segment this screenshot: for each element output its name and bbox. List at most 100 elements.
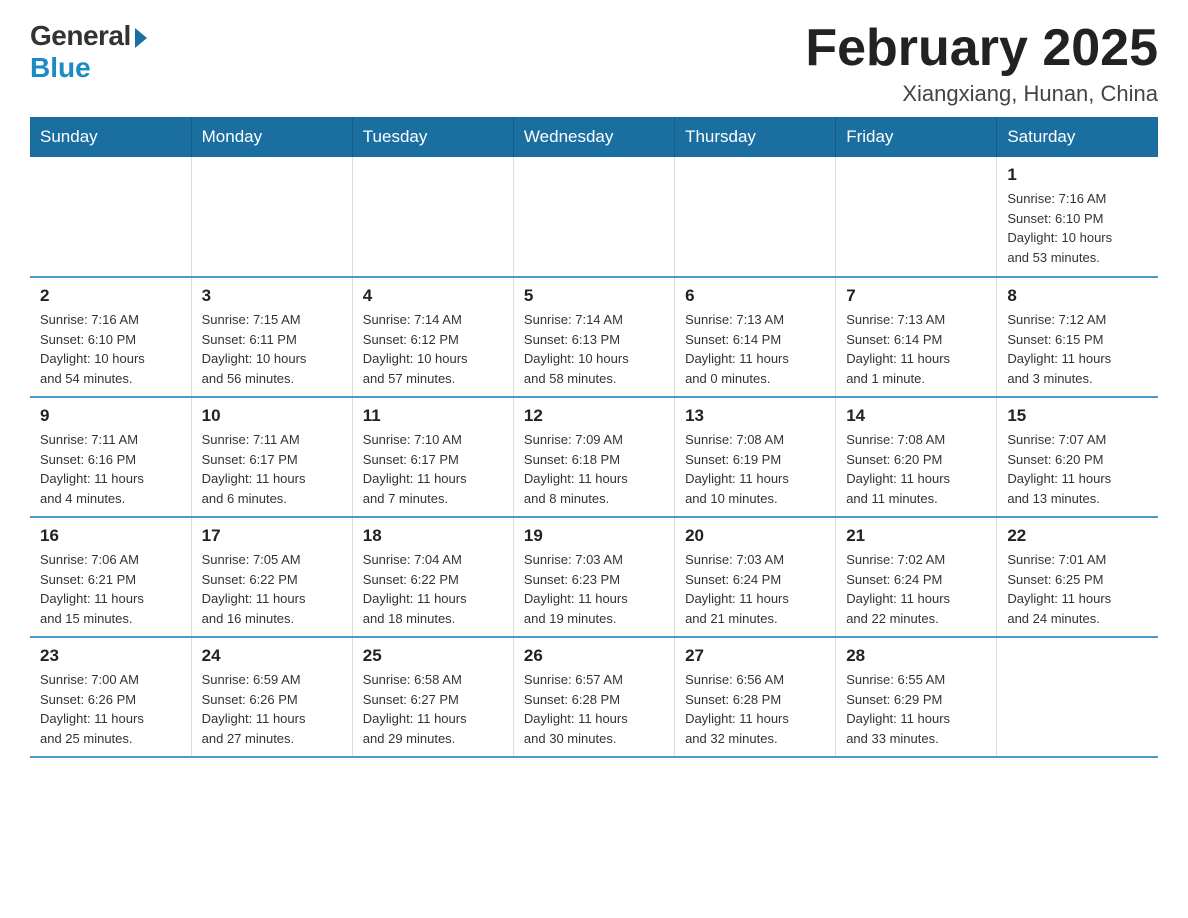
logo-general-text: General [30, 20, 131, 52]
calendar-week-row: 2 Sunrise: 7:16 AM Sunset: 6:10 PM Daylig… [30, 277, 1158, 397]
day-number: 21 [846, 526, 986, 546]
day-number: 23 [40, 646, 181, 666]
calendar-cell: 24Sunrise: 6:59 AM Sunset: 6:26 PM Dayli… [191, 637, 352, 757]
calendar-week-row: 1 Sunrise: 7:16 AM Sunset: 6:10 PM Daylig… [30, 157, 1158, 277]
calendar-cell: 20 Sunrise: 7:03 AM Sunset: 6:24 PM Dayli… [675, 517, 836, 637]
day-info: Sunrise: 7:10 AM Sunset: 6:17 PM Dayligh… [363, 430, 503, 508]
calendar-cell [836, 157, 997, 277]
day-number: 6 [685, 286, 825, 306]
day-header-monday: Monday [191, 117, 352, 157]
day-info: Sunrise: 7:08 AM Sunset: 6:20 PM Dayligh… [846, 430, 986, 508]
day-number: 14 [846, 406, 986, 426]
month-title: February 2025 [805, 20, 1158, 77]
calendar-week-row: 23Sunrise: 7:00 AM Sunset: 6:26 PM Dayli… [30, 637, 1158, 757]
day-info: Sunrise: 7:12 AM Sunset: 6:15 PM Dayligh… [1007, 310, 1148, 388]
calendar-cell [30, 157, 191, 277]
calendar-week-row: 16Sunrise: 7:06 AM Sunset: 6:21 PM Dayli… [30, 517, 1158, 637]
calendar-cell: 28 Sunrise: 6:55 AM Sunset: 6:29 PM Dayli… [836, 637, 997, 757]
calendar-cell: 11 Sunrise: 7:10 AM Sunset: 6:17 PM Dayli… [352, 397, 513, 517]
logo-arrow-icon [135, 28, 147, 48]
day-info: Sunrise: 7:01 AM Sunset: 6:25 PM Dayligh… [1007, 550, 1148, 628]
calendar-cell: 3Sunrise: 7:15 AM Sunset: 6:11 PM Daylig… [191, 277, 352, 397]
calendar-cell: 22 Sunrise: 7:01 AM Sunset: 6:25 PM Dayli… [997, 517, 1158, 637]
day-number: 5 [524, 286, 664, 306]
calendar-cell: 19 Sunrise: 7:03 AM Sunset: 6:23 PM Dayli… [513, 517, 674, 637]
calendar-cell: 9Sunrise: 7:11 AM Sunset: 6:16 PM Daylig… [30, 397, 191, 517]
calendar-cell: 14 Sunrise: 7:08 AM Sunset: 6:20 PM Dayli… [836, 397, 997, 517]
day-number: 16 [40, 526, 181, 546]
day-number: 18 [363, 526, 503, 546]
calendar-cell: 18 Sunrise: 7:04 AM Sunset: 6:22 PM Dayli… [352, 517, 513, 637]
calendar-cell: 10Sunrise: 7:11 AM Sunset: 6:17 PM Dayli… [191, 397, 352, 517]
day-info: Sunrise: 7:14 AM Sunset: 6:12 PM Dayligh… [363, 310, 503, 388]
day-info: Sunrise: 7:11 AM Sunset: 6:17 PM Dayligh… [202, 430, 342, 508]
day-info: Sunrise: 7:03 AM Sunset: 6:23 PM Dayligh… [524, 550, 664, 628]
day-info: Sunrise: 7:03 AM Sunset: 6:24 PM Dayligh… [685, 550, 825, 628]
day-number: 22 [1007, 526, 1148, 546]
calendar-cell: 7Sunrise: 7:13 AM Sunset: 6:14 PM Daylig… [836, 277, 997, 397]
calendar-cell: 25 Sunrise: 6:58 AM Sunset: 6:27 PM Dayli… [352, 637, 513, 757]
calendar-cell: 8Sunrise: 7:12 AM Sunset: 6:15 PM Daylig… [997, 277, 1158, 397]
day-info: Sunrise: 7:02 AM Sunset: 6:24 PM Dayligh… [846, 550, 986, 628]
day-number: 7 [846, 286, 986, 306]
day-number: 20 [685, 526, 825, 546]
day-number: 1 [1007, 165, 1148, 185]
logo: General Blue [30, 20, 147, 84]
day-info: Sunrise: 6:57 AM Sunset: 6:28 PM Dayligh… [524, 670, 664, 748]
calendar-cell [997, 637, 1158, 757]
title-area: February 2025 Xiangxiang, Hunan, China [805, 20, 1158, 107]
calendar-cell: 1 Sunrise: 7:16 AM Sunset: 6:10 PM Daylig… [997, 157, 1158, 277]
day-header-thursday: Thursday [675, 117, 836, 157]
day-info: Sunrise: 7:11 AM Sunset: 6:16 PM Dayligh… [40, 430, 181, 508]
day-number: 26 [524, 646, 664, 666]
day-info: Sunrise: 7:16 AM Sunset: 6:10 PM Dayligh… [1007, 189, 1148, 267]
calendar-cell [191, 157, 352, 277]
day-number: 15 [1007, 406, 1148, 426]
day-info: Sunrise: 6:59 AM Sunset: 6:26 PM Dayligh… [202, 670, 342, 748]
day-number: 19 [524, 526, 664, 546]
day-header-wednesday: Wednesday [513, 117, 674, 157]
calendar-week-row: 9Sunrise: 7:11 AM Sunset: 6:16 PM Daylig… [30, 397, 1158, 517]
calendar-cell: 2 Sunrise: 7:16 AM Sunset: 6:10 PM Daylig… [30, 277, 191, 397]
day-info: Sunrise: 6:55 AM Sunset: 6:29 PM Dayligh… [846, 670, 986, 748]
day-number: 17 [202, 526, 342, 546]
calendar-header-row: SundayMondayTuesdayWednesdayThursdayFrid… [30, 117, 1158, 157]
day-number: 2 [40, 286, 181, 306]
day-info: Sunrise: 6:56 AM Sunset: 6:28 PM Dayligh… [685, 670, 825, 748]
day-number: 28 [846, 646, 986, 666]
calendar-cell: 23Sunrise: 7:00 AM Sunset: 6:26 PM Dayli… [30, 637, 191, 757]
calendar-cell: 17Sunrise: 7:05 AM Sunset: 6:22 PM Dayli… [191, 517, 352, 637]
location-subtitle: Xiangxiang, Hunan, China [805, 81, 1158, 107]
day-info: Sunrise: 6:58 AM Sunset: 6:27 PM Dayligh… [363, 670, 503, 748]
day-info: Sunrise: 7:14 AM Sunset: 6:13 PM Dayligh… [524, 310, 664, 388]
calendar-cell: 15 Sunrise: 7:07 AM Sunset: 6:20 PM Dayli… [997, 397, 1158, 517]
calendar-cell [675, 157, 836, 277]
calendar-cell: 21 Sunrise: 7:02 AM Sunset: 6:24 PM Dayli… [836, 517, 997, 637]
logo-blue-text: Blue [30, 52, 91, 84]
day-number: 27 [685, 646, 825, 666]
day-number: 11 [363, 406, 503, 426]
calendar-cell [352, 157, 513, 277]
page-header: General Blue February 2025 Xiangxiang, H… [30, 20, 1158, 107]
calendar-cell: 13 Sunrise: 7:08 AM Sunset: 6:19 PM Dayli… [675, 397, 836, 517]
day-header-tuesday: Tuesday [352, 117, 513, 157]
calendar-cell: 12 Sunrise: 7:09 AM Sunset: 6:18 PM Dayli… [513, 397, 674, 517]
calendar-cell: 26 Sunrise: 6:57 AM Sunset: 6:28 PM Dayli… [513, 637, 674, 757]
day-info: Sunrise: 7:09 AM Sunset: 6:18 PM Dayligh… [524, 430, 664, 508]
calendar-cell [513, 157, 674, 277]
day-info: Sunrise: 7:08 AM Sunset: 6:19 PM Dayligh… [685, 430, 825, 508]
day-number: 25 [363, 646, 503, 666]
calendar-cell: 16Sunrise: 7:06 AM Sunset: 6:21 PM Dayli… [30, 517, 191, 637]
day-number: 13 [685, 406, 825, 426]
day-header-friday: Friday [836, 117, 997, 157]
calendar-cell: 6Sunrise: 7:13 AM Sunset: 6:14 PM Daylig… [675, 277, 836, 397]
day-info: Sunrise: 7:04 AM Sunset: 6:22 PM Dayligh… [363, 550, 503, 628]
day-header-saturday: Saturday [997, 117, 1158, 157]
day-number: 12 [524, 406, 664, 426]
day-info: Sunrise: 7:15 AM Sunset: 6:11 PM Dayligh… [202, 310, 342, 388]
day-number: 4 [363, 286, 503, 306]
day-header-sunday: Sunday [30, 117, 191, 157]
day-info: Sunrise: 7:16 AM Sunset: 6:10 PM Dayligh… [40, 310, 181, 388]
calendar-cell: 4 Sunrise: 7:14 AM Sunset: 6:12 PM Daylig… [352, 277, 513, 397]
day-info: Sunrise: 7:07 AM Sunset: 6:20 PM Dayligh… [1007, 430, 1148, 508]
